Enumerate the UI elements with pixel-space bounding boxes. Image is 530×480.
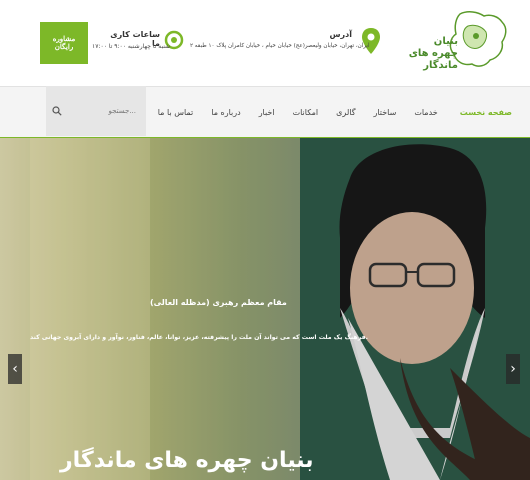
free-consultation-button[interactable]: مشاوره رایگان xyxy=(40,22,88,64)
search-input[interactable] xyxy=(64,104,136,118)
address-text: ایران، تهران، خیابان ولیعصر(عج) خیابان خ… xyxy=(190,43,370,49)
slider-prev-button[interactable]: ‹ xyxy=(8,354,22,384)
hero-slider: مقام معظم رهبری (مدظله العالی) فرهنگ یک … xyxy=(0,138,530,480)
top-header: بنیان چهره های ماندگار آدرس ایران، تهران… xyxy=(0,0,530,86)
search-box xyxy=(46,86,146,136)
nav-item[interactable]: تماس با ما xyxy=(158,108,194,117)
hero-subtitle: فرهنگ یک ملت است که می تواند آن ملت را پ… xyxy=(30,334,368,341)
slider-next-button[interactable]: › xyxy=(506,354,520,384)
search-icon[interactable] xyxy=(52,106,62,116)
nav-item[interactable]: صفحه نخست xyxy=(460,108,512,117)
location-pin-icon xyxy=(362,28,380,54)
logo-text: بنیان چهره های ماندگار xyxy=(408,36,458,71)
hours-text: شنبه تا چهارشنبه ۹:۰۰ تا ۱۷:۰۰ xyxy=(92,43,171,50)
nav-item[interactable]: گالری xyxy=(336,108,355,117)
nav-item[interactable]: خدمات xyxy=(414,108,437,117)
nav-item[interactable]: درباره ما xyxy=(211,108,240,117)
hero-brand-text: بنیان چهره های ماندگار xyxy=(60,448,314,473)
address-title: آدرس xyxy=(329,30,353,39)
nav-item[interactable]: اخبار xyxy=(259,108,275,117)
nav-item[interactable]: ساختار xyxy=(374,108,397,117)
nav-item[interactable]: امکانات xyxy=(293,108,319,117)
hero-overlay xyxy=(0,138,530,480)
hero-title: مقام معظم رهبری (مدظله العالی) xyxy=(150,298,287,307)
